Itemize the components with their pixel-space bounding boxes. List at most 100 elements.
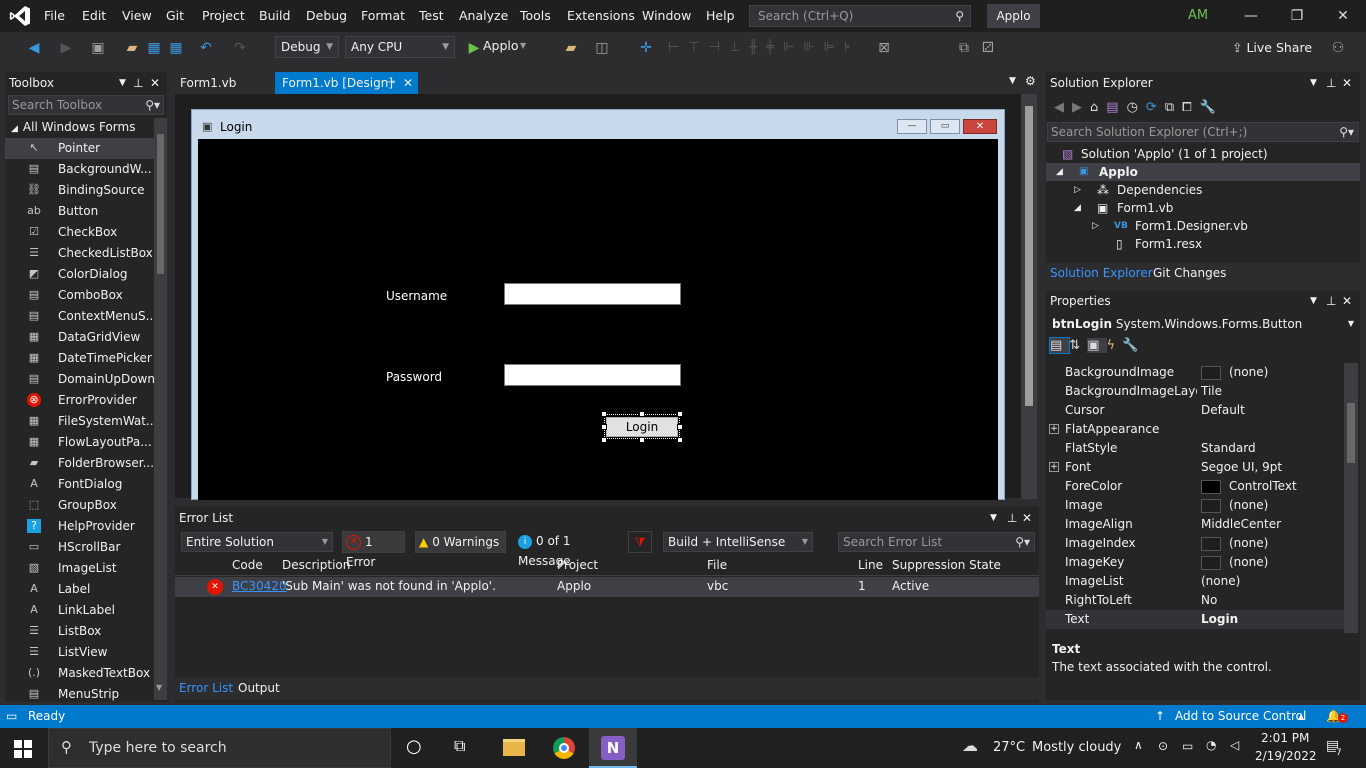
login-button[interactable]: Login [606, 417, 678, 437]
alphabetical-icon[interactable]: ⇅ [1069, 338, 1087, 353]
password-textbox[interactable] [504, 364, 681, 386]
scrollbar-thumb[interactable] [157, 134, 164, 274]
property-row[interactable]: ImageList (none) [1046, 572, 1344, 591]
chevron-down-icon[interactable]: ▼ [119, 72, 126, 94]
back-icon[interactable]: ◀ [26, 40, 42, 56]
property-row[interactable]: BackgroundImageLayout Tile [1046, 382, 1344, 401]
toolbox-item-colordialog[interactable]: ◩ ColorDialog [5, 264, 167, 285]
toolbox-item-errorprovider[interactable]: ⊗ ErrorProvider [5, 390, 167, 411]
error-search-input[interactable]: Search Error List ⚲▾ [838, 532, 1035, 552]
close-icon[interactable]: ✕ [1342, 72, 1352, 94]
platform-dropdown[interactable]: Any CPU ▼ [345, 36, 455, 58]
show-all-files-icon[interactable]: ⧠ [1182, 100, 1200, 115]
task-view-icon[interactable]: ⧉ [454, 736, 465, 756]
pin-icon[interactable]: ⊥ [133, 72, 143, 94]
cortana-icon[interactable]: ○ [406, 736, 422, 757]
taskbar-search-box[interactable]: ⚲ Type here to search [48, 728, 391, 768]
menu-item-view[interactable]: View [122, 0, 152, 32]
configuration-dropdown[interactable]: Debug ▼ [275, 36, 339, 58]
designer-scrollbar[interactable] [1021, 94, 1037, 499]
menu-item-help[interactable]: Help [706, 0, 735, 32]
size-to-grid-icon[interactable]: ⊠ [876, 40, 892, 56]
property-value[interactable]: ControlText [1201, 477, 1297, 496]
menu-item-git[interactable]: Git [166, 0, 184, 32]
form-maximize-button[interactable]: ▭ [930, 119, 960, 134]
toolbox-item-maskedtextbox[interactable]: (.) MaskedTextBox [5, 663, 167, 684]
close-button[interactable]: ✕ [1320, 0, 1366, 32]
solution-search-input[interactable]: Search Solution Explorer (Ctrl+;) ⚲▾ [1047, 122, 1359, 142]
properties-scrollbar[interactable] [1344, 363, 1358, 633]
tab-order-icon[interactable]: ⚂ [980, 40, 996, 56]
toolbox-item-flowlayoutpa[interactable]: ▦ FlowLayoutPa... [5, 432, 167, 453]
close-icon[interactable]: ✕ [150, 72, 160, 94]
toolbox-item-checkbox[interactable]: ☑ CheckBox [5, 222, 167, 243]
start-debug-label[interactable]: Applo [483, 38, 519, 53]
toolbox-item-fontdialog[interactable]: A FontDialog [5, 474, 167, 495]
pin-icon[interactable]: ⊥ [1326, 72, 1336, 94]
warnings-filter-button[interactable]: ▲ 0 Warnings [415, 531, 506, 553]
property-row[interactable]: FlatStyle Standard [1046, 439, 1344, 458]
windows-start-icon[interactable] [14, 740, 32, 758]
maximize-button[interactable]: ❐ [1274, 0, 1320, 32]
scrollbar-thumb[interactable] [1025, 106, 1033, 406]
history-icon[interactable]: ◷ [1127, 100, 1146, 115]
expand-icon[interactable]: + [1049, 462, 1059, 472]
tab-form1-design[interactable]: Form1.vb [Design] ⊸ ✕ [275, 72, 418, 94]
toolbox-item-filesystemwat[interactable]: ▦ FileSystemWat... [5, 411, 167, 432]
close-icon[interactable]: ✕ [403, 72, 413, 94]
weather-temperature[interactable]: 27°C [993, 740, 1025, 755]
property-value[interactable]: (none) [1201, 363, 1268, 382]
property-row[interactable]: ImageAlign MiddleCenter [1046, 515, 1344, 534]
clock-date[interactable]: 2/19/2022 [1255, 749, 1317, 763]
toolbox-item-datagridview[interactable]: ▦ DataGridView [5, 327, 167, 348]
property-row[interactable]: ImageKey (none) [1046, 553, 1344, 572]
property-value[interactable]: MiddleCenter [1201, 515, 1281, 534]
gear-icon[interactable]: ⚙ [1025, 74, 1036, 88]
tab-solution-explorer[interactable]: Solution Explorer [1050, 266, 1153, 280]
toolbox-item-groupbox[interactable]: ⬚ GroupBox [5, 495, 167, 516]
tree-item-dependencies[interactable]: ▷ ⁂ Dependencies [1046, 181, 1360, 199]
menu-item-format[interactable]: Format [361, 0, 405, 32]
menu-item-extensions[interactable]: Extensions [567, 0, 635, 32]
tab-output[interactable]: Output [238, 681, 280, 695]
menu-item-file[interactable]: File [44, 0, 65, 32]
resize-handle[interactable] [601, 411, 607, 417]
tree-item-form1[interactable]: ◢ ▣ Form1.vb [1046, 199, 1360, 217]
tab-error-list[interactable]: Error List [179, 681, 233, 695]
toolbox-item-folderbrowser[interactable]: ▰ FolderBrowser... [5, 453, 167, 474]
property-value[interactable]: (none) [1201, 496, 1268, 515]
feedback-icon[interactable]: ⚇ [1330, 40, 1346, 56]
tab-form1-vb[interactable]: Form1.vb [173, 72, 273, 94]
menu-item-analyze[interactable]: Analyze [459, 0, 508, 32]
open-file-icon[interactable]: ▰ [563, 40, 579, 56]
property-value[interactable]: (none) [1201, 553, 1268, 572]
wifi-icon[interactable]: ◔ [1206, 738, 1216, 752]
property-pages-icon[interactable]: 🔧 [1122, 338, 1145, 353]
column-project[interactable]: Project [557, 558, 598, 572]
weather-description[interactable]: Mostly cloudy [1032, 740, 1121, 755]
chevron-up-icon[interactable]: ∧ [1134, 738, 1143, 752]
resize-handle[interactable] [601, 424, 607, 430]
toolbox-item-listview[interactable]: ☰ ListView [5, 642, 167, 663]
chrome-icon[interactable] [540, 728, 588, 768]
password-label[interactable]: Password [386, 370, 442, 384]
column-file[interactable]: File [707, 558, 727, 572]
form-close-button[interactable]: ✕ [963, 119, 997, 134]
properties-icon[interactable]: ▣ [1087, 338, 1107, 353]
column-line[interactable]: Line [858, 558, 883, 572]
menu-item-debug[interactable]: Debug [306, 0, 347, 32]
pin-icon[interactable]: ⊸ [387, 72, 395, 94]
forward-icon[interactable]: ▶ [58, 40, 74, 56]
toolbox-search-input[interactable]: Search Toolbox ⚲▾ [8, 95, 164, 115]
scope-dropdown[interactable]: Entire Solution ▼ [181, 532, 333, 552]
chevron-up-icon[interactable]: ▲ [1298, 705, 1304, 728]
file-explorer-icon[interactable] [490, 728, 538, 768]
categorized-icon[interactable]: ▤ [1048, 337, 1071, 354]
property-row[interactable]: + FlatAppearance [1046, 420, 1344, 439]
forward-icon[interactable]: ▶ [1072, 100, 1090, 115]
scroll-down-icon[interactable]: ▼ [156, 683, 162, 692]
start-debug-icon[interactable]: ▶ [466, 40, 482, 56]
resize-handle[interactable] [639, 411, 645, 417]
align-grid-icon[interactable]: ✛ [638, 40, 654, 56]
redo-icon[interactable]: ↷ [232, 40, 248, 56]
